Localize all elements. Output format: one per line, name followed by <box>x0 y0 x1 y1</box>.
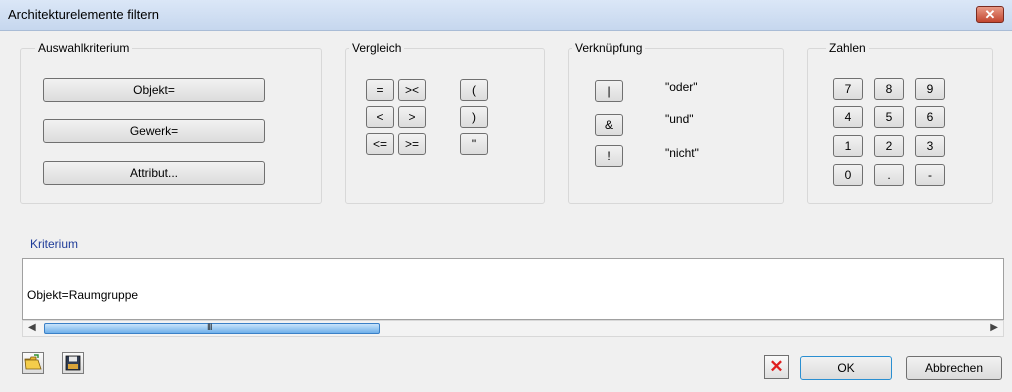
digit-3-button[interactable]: 3 <box>915 135 945 157</box>
objekt-button[interactable]: Objekt= <box>43 78 265 102</box>
vergleich-group: Vergleich = >< ( < > ) <= >= " <box>345 41 545 204</box>
or-label: "oder" <box>665 80 698 94</box>
zahlen-legend: Zahlen <box>826 41 869 55</box>
kriterium-text: Objekt=Raumgruppe <box>27 288 139 302</box>
gewerk-button[interactable]: Gewerk= <box>43 119 265 143</box>
not-label: "nicht" <box>665 146 699 160</box>
open-button[interactable] <box>22 352 44 374</box>
digit-0-button[interactable]: 0 <box>833 164 863 186</box>
verknuepfung-group: Verknüpfung | "oder" & "und" ! "nicht" <box>568 41 784 204</box>
digit-2-button[interactable]: 2 <box>874 135 904 157</box>
ok-button[interactable]: OK <box>800 356 892 380</box>
delete-x-icon: ✕ <box>769 357 784 376</box>
save-icon <box>65 355 81 371</box>
digit-5-button[interactable]: 5 <box>874 106 904 128</box>
auswahlkriterium-legend: Auswahlkriterium <box>35 41 133 55</box>
digit-7-button[interactable]: 7 <box>833 78 863 100</box>
auswahlkriterium-group: Auswahlkriterium Objekt= Gewerk= Attribu… <box>20 41 322 204</box>
attribut-button[interactable]: Attribut... <box>43 161 265 185</box>
digit-8-button[interactable]: 8 <box>874 78 904 100</box>
save-button[interactable] <box>62 352 84 374</box>
less-equal-button[interactable]: <= <box>366 133 394 155</box>
delete-criterion-button[interactable]: ✕ <box>764 355 789 379</box>
window-title: Architekturelemente filtern <box>8 7 160 22</box>
kriterium-label: Kriterium <box>30 237 79 251</box>
vergleich-legend: Vergleich <box>349 41 405 55</box>
digit-1-button[interactable]: 1 <box>833 135 863 157</box>
scroll-left-icon[interactable]: ◀ <box>28 322 36 333</box>
and-label: "und" <box>665 112 694 126</box>
scroll-thumb[interactable]: III <box>44 322 380 334</box>
digit-6-button[interactable]: 6 <box>915 106 945 128</box>
less-than-button[interactable]: < <box>366 106 394 128</box>
kriterium-input[interactable]: Objekt=Raumgruppe <box>22 258 1004 320</box>
not-equal-button[interactable]: >< <box>398 79 426 101</box>
folder-open-icon <box>24 354 42 370</box>
digit-9-button[interactable]: 9 <box>915 78 945 100</box>
title-bar: Architekturelemente filtern ✕ <box>0 0 1012 31</box>
scroll-grip-icon: III <box>207 322 212 332</box>
not-button[interactable]: ! <box>595 145 623 167</box>
decimal-point-button[interactable]: . <box>874 164 904 186</box>
equals-button[interactable]: = <box>366 79 394 101</box>
scroll-right-icon[interactable]: ▶ <box>990 322 998 333</box>
quote-button[interactable]: " <box>460 133 488 155</box>
close-button[interactable]: ✕ <box>976 6 1004 23</box>
greater-equal-button[interactable]: >= <box>398 133 426 155</box>
and-button[interactable]: & <box>595 114 623 136</box>
verknuepfung-legend: Verknüpfung <box>572 41 646 55</box>
cancel-button[interactable]: Abbrechen <box>906 356 1002 380</box>
zahlen-group: Zahlen 7 8 9 4 5 6 1 2 3 0 . - <box>807 41 993 204</box>
minus-button[interactable]: - <box>915 164 945 186</box>
open-paren-button[interactable]: ( <box>460 79 488 101</box>
horizontal-scrollbar[interactable]: ◀ III ▶ <box>22 320 1004 337</box>
greater-than-button[interactable]: > <box>398 106 426 128</box>
close-paren-button[interactable]: ) <box>460 106 488 128</box>
digit-4-button[interactable]: 4 <box>833 106 863 128</box>
or-button[interactable]: | <box>595 80 623 102</box>
